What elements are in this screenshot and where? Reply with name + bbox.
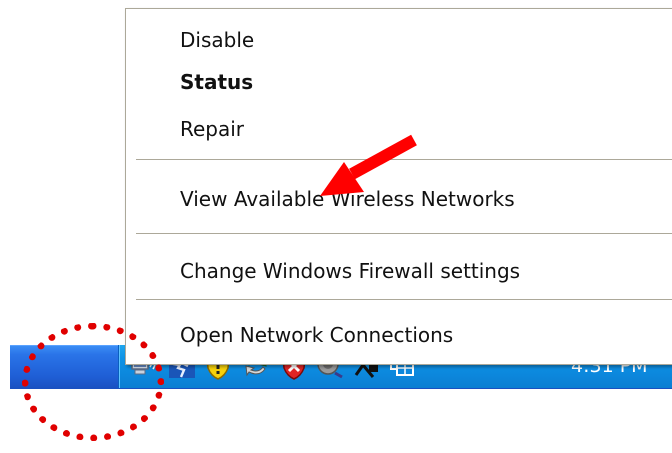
dotted-circle-annotation [22,323,164,441]
menu-separator [136,233,672,234]
menu-item-status[interactable]: Status [126,62,672,102]
menu-separator [136,299,672,300]
red-arrow-annotation [320,134,417,196]
menu-item-disable[interactable]: Disable [126,20,672,60]
menu-item-open-network-connections[interactable]: Open Network Connections [126,315,672,355]
menu-item-change-firewall-settings[interactable]: Change Windows Firewall settings [126,251,672,291]
